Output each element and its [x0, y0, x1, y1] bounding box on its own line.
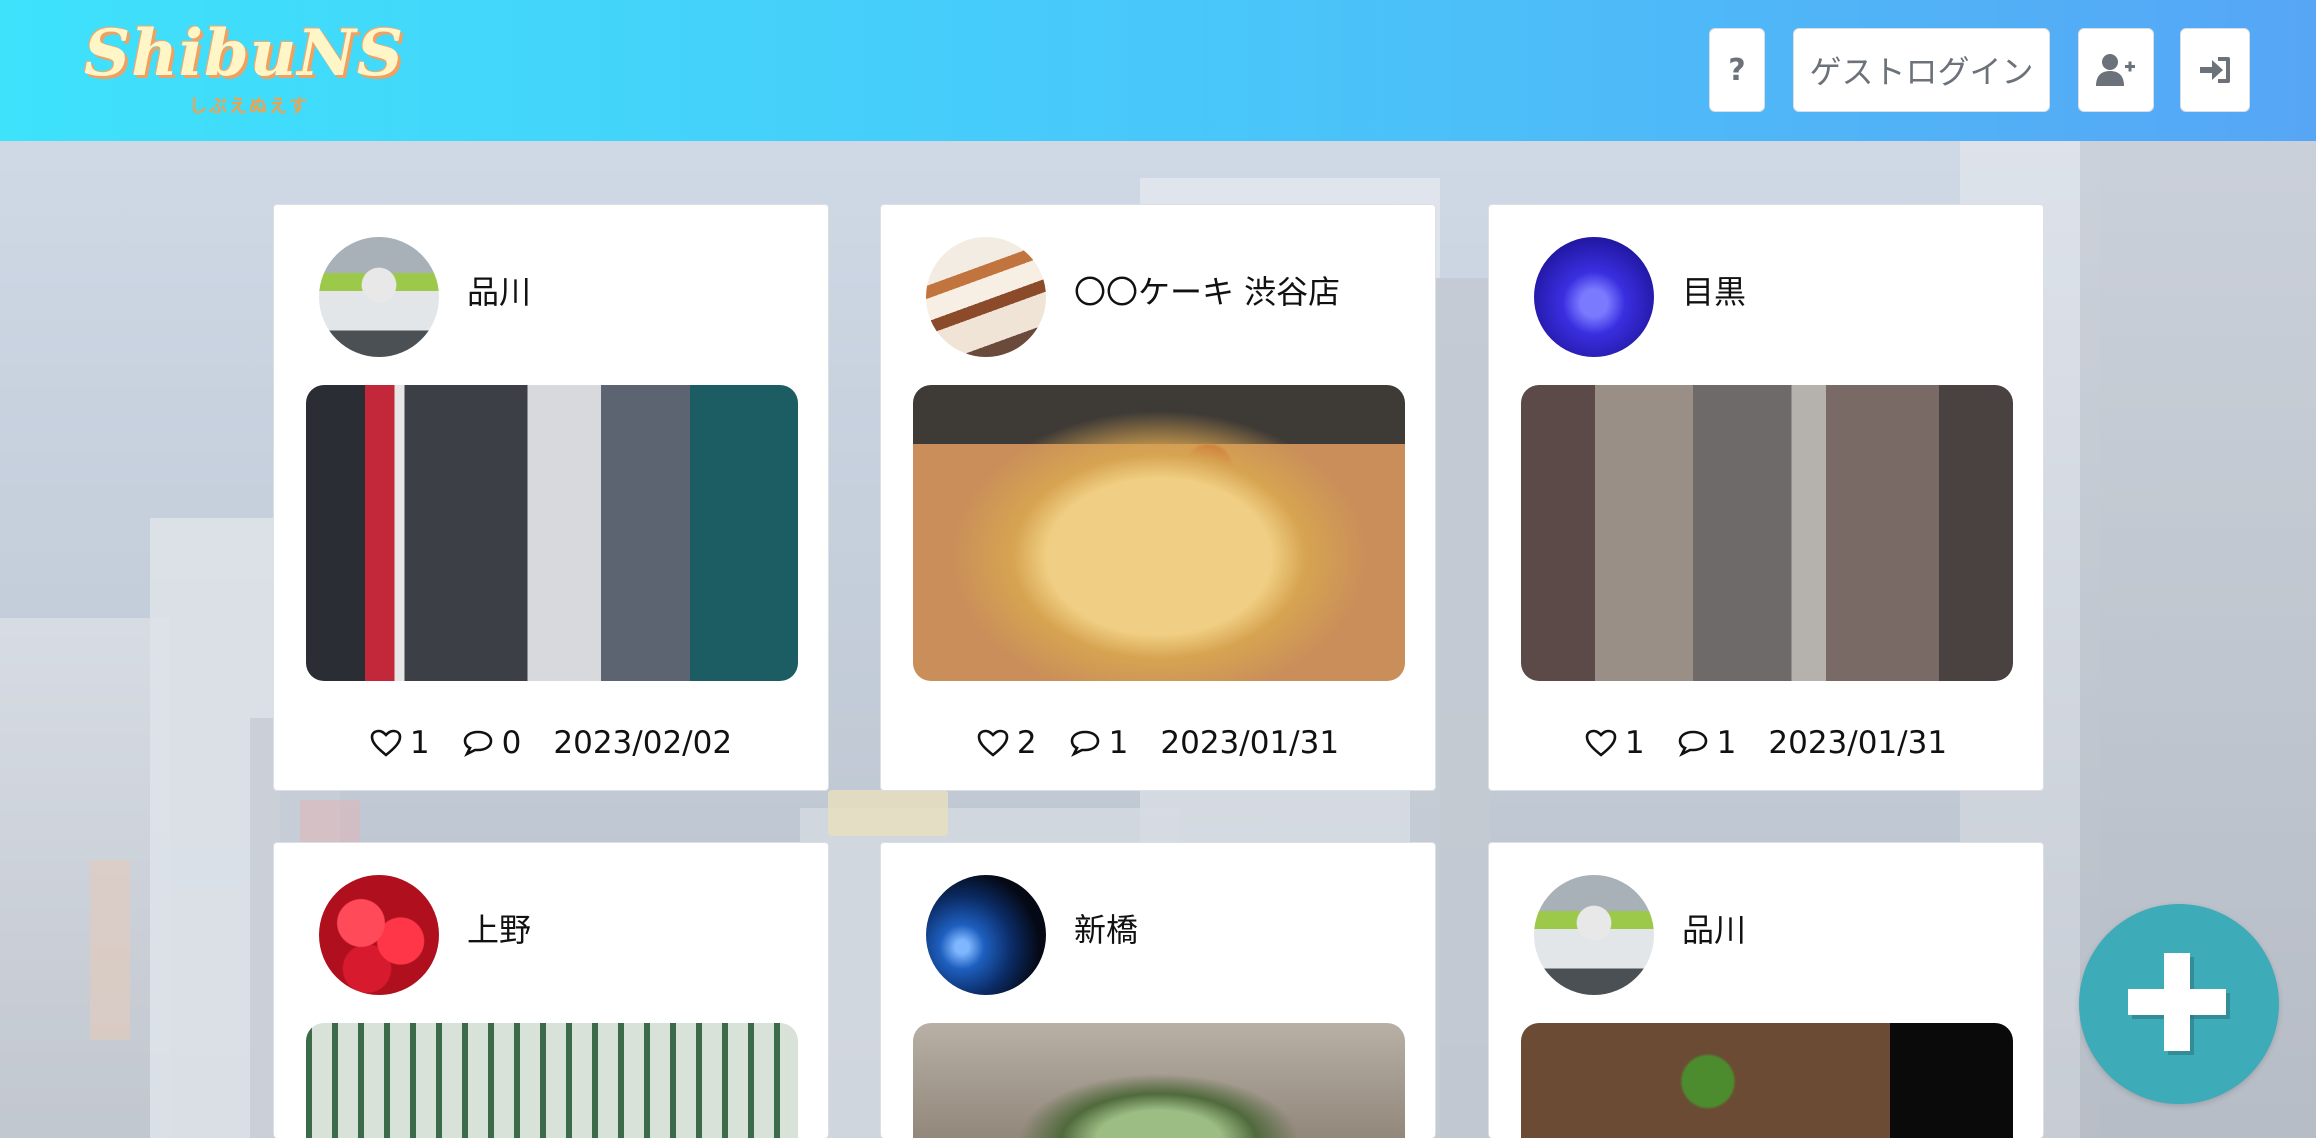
guest-login-button[interactable]: ゲストログイン	[1793, 28, 2050, 112]
sign-in-icon	[2200, 57, 2230, 83]
post-card[interactable]: 上野	[273, 842, 829, 1138]
heart-icon[interactable]	[1585, 729, 1617, 757]
comment-count: 0	[501, 725, 522, 761]
post-photo[interactable]	[306, 1023, 798, 1138]
post-photo[interactable]	[306, 385, 798, 681]
help-button[interactable]: ?	[1709, 28, 1765, 112]
post-photo[interactable]	[1521, 385, 2013, 681]
post-meta: 2 1 2023/01/31	[881, 725, 1435, 761]
post-card[interactable]: 品川 1 0 2023/02/02	[273, 204, 829, 791]
logo[interactable]: ShibuNS しぶえぬえす	[84, 22, 434, 122]
user-plus-icon	[2096, 54, 2135, 86]
logo-subtitle: しぶえぬえす	[189, 96, 309, 117]
post-date: 2023/01/31	[1768, 725, 1948, 761]
login-button[interactable]	[2180, 28, 2250, 112]
post-card[interactable]: 品川	[1488, 842, 2044, 1138]
post-date: 2023/01/31	[1160, 725, 1340, 761]
like-count: 1	[409, 725, 430, 761]
comment-icon[interactable]	[1677, 729, 1709, 757]
comment-icon[interactable]	[462, 729, 494, 757]
add-post-button[interactable]	[2079, 904, 2279, 1104]
avatar[interactable]	[319, 875, 439, 995]
post-meta: 1 1 2023/01/31	[1489, 725, 2043, 761]
avatar[interactable]	[1534, 875, 1654, 995]
post-photo[interactable]	[1521, 1023, 2013, 1138]
post-card[interactable]: 〇〇ケーキ 渋谷店 2 1 2023/01/31	[880, 204, 1436, 791]
plus-icon	[2128, 953, 2230, 1055]
post-photo[interactable]	[913, 385, 1405, 681]
logo-title: ShibuNS	[84, 16, 405, 91]
comment-count: 1	[1108, 725, 1129, 761]
comment-count: 1	[1716, 725, 1737, 761]
avatar[interactable]	[1534, 237, 1654, 357]
signup-button[interactable]	[2078, 28, 2154, 112]
avatar[interactable]	[926, 875, 1046, 995]
post-title[interactable]: 目黒	[1682, 267, 1746, 313]
post-title[interactable]: 新橋	[1074, 905, 1138, 951]
avatar[interactable]	[319, 237, 439, 357]
post-date: 2023/02/02	[553, 725, 733, 761]
post-title[interactable]: 品川	[1682, 905, 1746, 951]
post-title[interactable]: 品川	[467, 267, 531, 313]
comment-icon[interactable]	[1069, 729, 1101, 757]
header-bar: ShibuNS しぶえぬえす ? ゲストログイン	[0, 0, 2316, 141]
post-title[interactable]: 上野	[467, 905, 531, 951]
like-count: 1	[1624, 725, 1645, 761]
post-card[interactable]: 新橋	[880, 842, 1436, 1138]
post-title[interactable]: 〇〇ケーキ 渋谷店	[1074, 267, 1340, 313]
post-card[interactable]: 目黒 1 1 2023/01/31	[1488, 204, 2044, 791]
post-meta: 1 0 2023/02/02	[274, 725, 828, 761]
post-photo[interactable]	[913, 1023, 1405, 1138]
heart-icon[interactable]	[977, 729, 1009, 757]
avatar[interactable]	[926, 237, 1046, 357]
like-count: 2	[1016, 725, 1037, 761]
heart-icon[interactable]	[370, 729, 402, 757]
